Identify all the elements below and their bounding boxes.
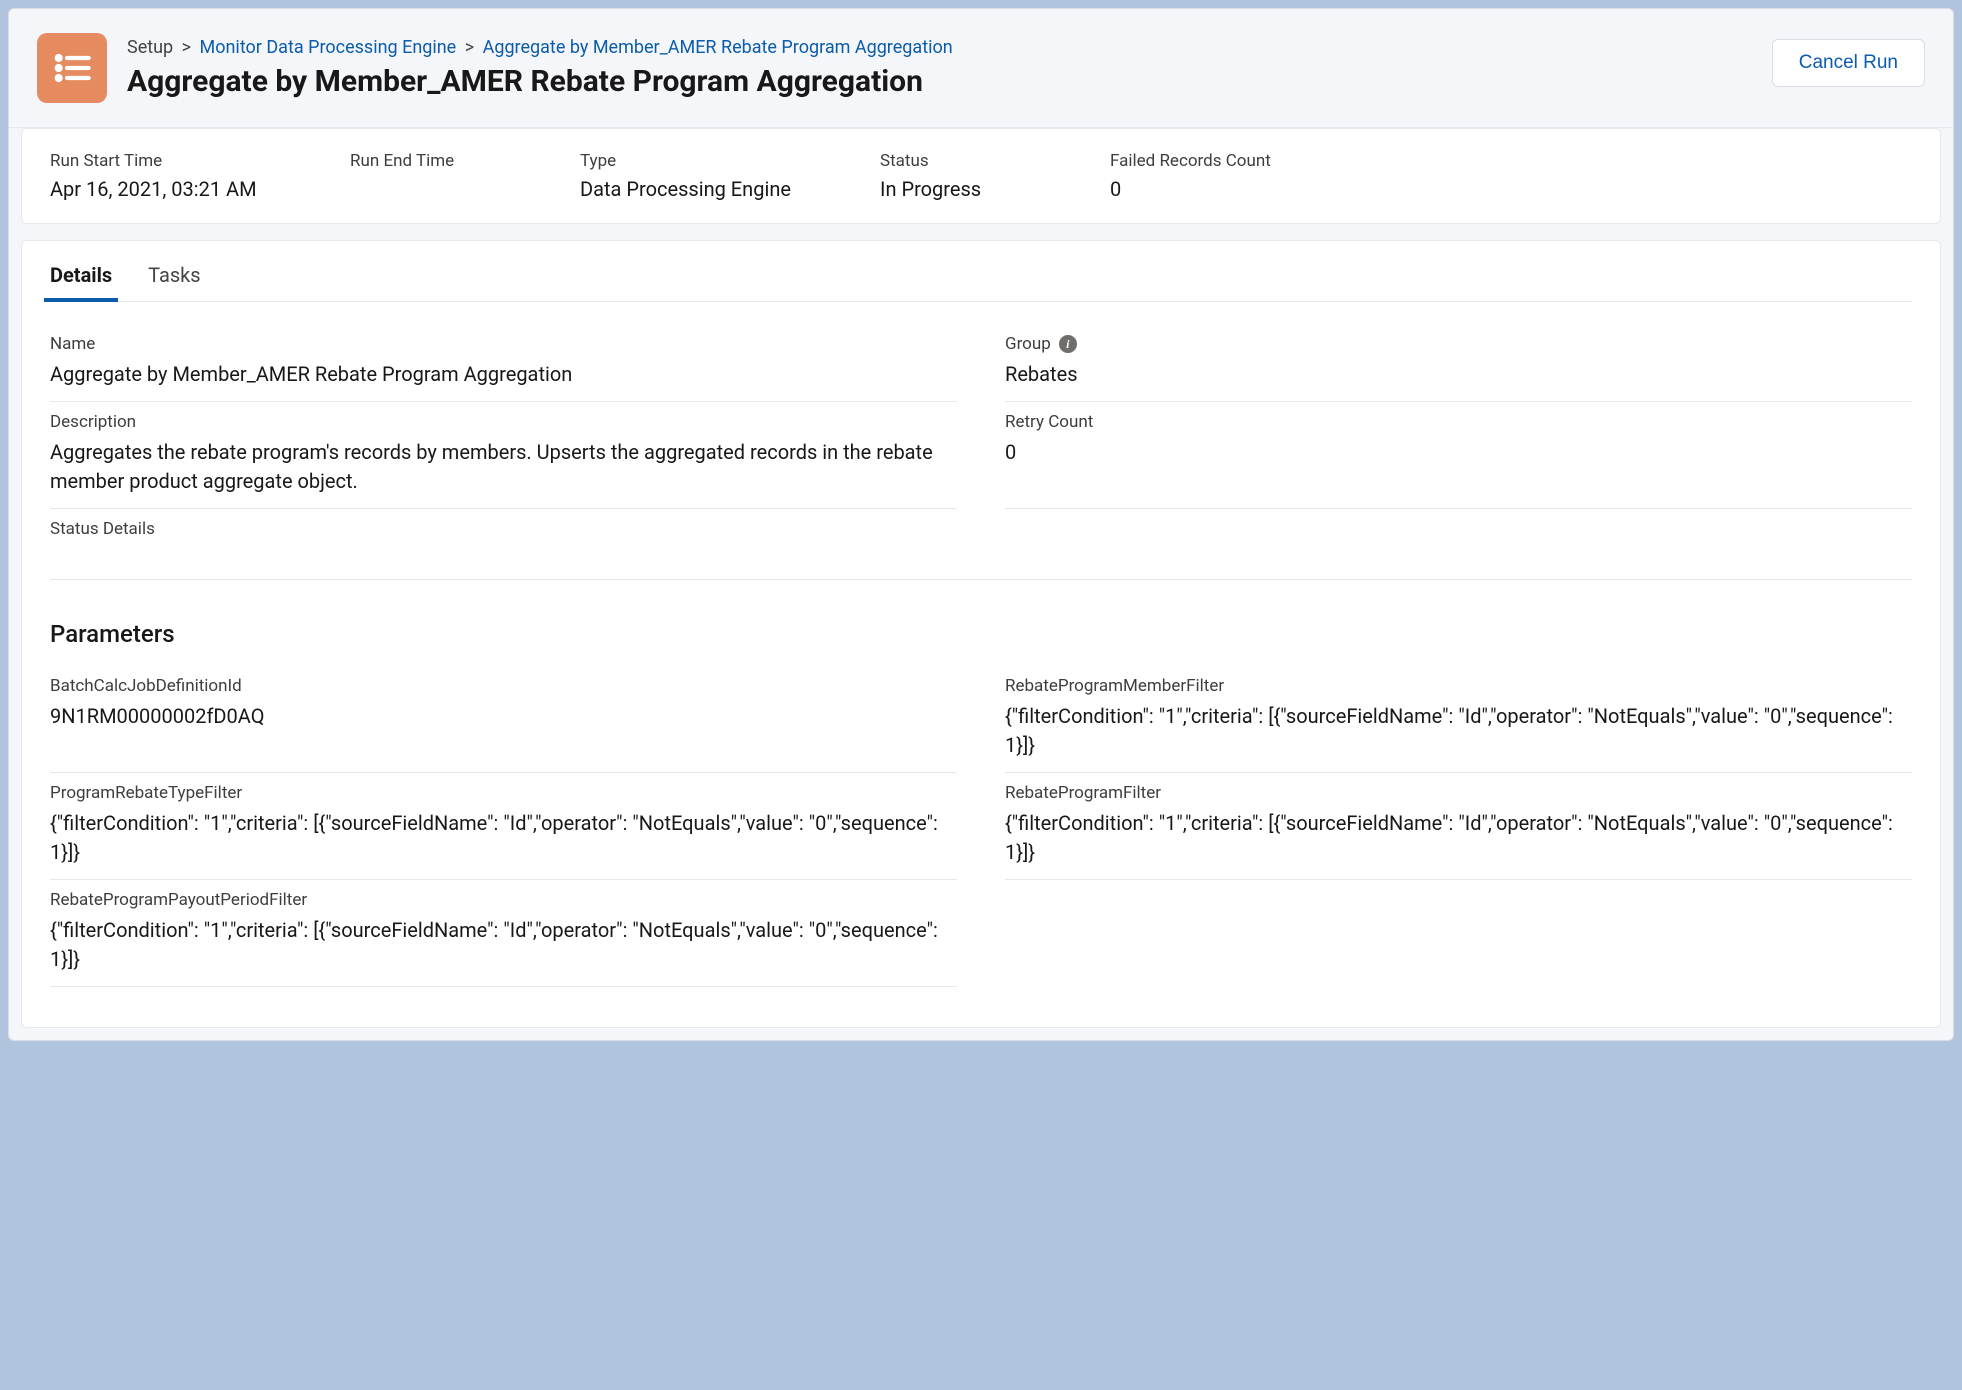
field-label: Status Details: [50, 519, 1912, 539]
field-payout-filter: RebateProgramPayoutPeriodFilter {"filter…: [50, 880, 957, 987]
field-value: Rebates: [1005, 360, 1912, 389]
field-label: RebateProgramFilter: [1005, 783, 1912, 803]
field-label: RebateProgramPayoutPeriodFilter: [50, 890, 957, 910]
field-value: {"filterCondition": "1","criteria": [{"s…: [1005, 809, 1912, 867]
field-label: Name: [50, 334, 957, 354]
empty-cell: [1005, 880, 1912, 987]
summary-label: Failed Records Count: [1110, 151, 1280, 171]
detail-card: Details Tasks Name Aggregate by Member_A…: [21, 240, 1941, 1028]
field-label: Retry Count: [1005, 412, 1912, 432]
summary-value: Data Processing Engine: [580, 177, 820, 201]
tab-details[interactable]: Details: [50, 263, 112, 301]
field-batch-id: BatchCalcJobDefinitionId 9N1RM00000002fD…: [50, 666, 957, 773]
list-icon: [37, 33, 107, 103]
breadcrumb-link-monitor[interactable]: Monitor Data Processing Engine: [200, 37, 457, 58]
header-left: Setup > Monitor Data Processing Engine >…: [37, 33, 953, 103]
summary-status: Status In Progress: [880, 151, 1050, 201]
page-header: Setup > Monitor Data Processing Engine >…: [9, 9, 1953, 128]
cancel-run-button[interactable]: Cancel Run: [1772, 39, 1925, 87]
field-value: {"filterCondition": "1","criteria": [{"s…: [50, 809, 957, 867]
field-type-filter: ProgramRebateTypeFilter {"filterConditio…: [50, 773, 957, 880]
field-name: Name Aggregate by Member_AMER Rebate Pro…: [50, 324, 957, 402]
summary-value: 0: [1110, 177, 1280, 201]
summary-run-end: Run End Time: [350, 151, 520, 201]
summary-run-start: Run Start Time Apr 16, 2021, 03:21 AM: [50, 151, 290, 201]
breadcrumb-root: Setup: [127, 37, 173, 58]
field-label: RebateProgramMemberFilter: [1005, 676, 1912, 696]
field-program-filter: RebateProgramFilter {"filterCondition": …: [1005, 773, 1912, 880]
field-retry-count: Retry Count 0: [1005, 402, 1912, 509]
summary-label: Status: [880, 151, 1050, 171]
breadcrumb-sep: >: [182, 37, 191, 58]
field-value: [50, 545, 1912, 567]
page-container: Setup > Monitor Data Processing Engine >…: [8, 8, 1954, 1041]
parameters-heading: Parameters: [50, 620, 1912, 648]
details-grid: Name Aggregate by Member_AMER Rebate Pro…: [50, 324, 1912, 987]
field-value: {"filterCondition": "1","criteria": [{"s…: [50, 916, 957, 974]
page-title: Aggregate by Member_AMER Rebate Program …: [127, 64, 953, 99]
breadcrumb-link-current[interactable]: Aggregate by Member_AMER Rebate Program …: [483, 37, 953, 58]
field-label-text: Group: [1005, 334, 1051, 354]
field-value: 9N1RM00000002fD0AQ: [50, 702, 957, 731]
field-status-details: Status Details: [50, 509, 1912, 580]
summary-card: Run Start Time Apr 16, 2021, 03:21 AM Ru…: [21, 128, 1941, 224]
field-value: Aggregate by Member_AMER Rebate Program …: [50, 360, 957, 389]
field-value: 0: [1005, 438, 1912, 467]
field-label: BatchCalcJobDefinitionId: [50, 676, 957, 696]
field-description: Description Aggregates the rebate progra…: [50, 402, 957, 509]
breadcrumb: Setup > Monitor Data Processing Engine >…: [127, 37, 953, 58]
summary-label: Run End Time: [350, 151, 520, 171]
field-member-filter: RebateProgramMemberFilter {"filterCondit…: [1005, 666, 1912, 773]
summary-failed: Failed Records Count 0: [1110, 151, 1280, 201]
field-label: Group i: [1005, 334, 1912, 354]
summary-label: Run Start Time: [50, 151, 290, 171]
field-label: Description: [50, 412, 957, 432]
tab-tasks[interactable]: Tasks: [148, 263, 201, 301]
summary-value: In Progress: [880, 177, 1050, 201]
field-group: Group i Rebates: [1005, 324, 1912, 402]
info-icon[interactable]: i: [1059, 335, 1077, 353]
summary-type: Type Data Processing Engine: [580, 151, 820, 201]
field-value: Aggregates the rebate program's records …: [50, 438, 957, 496]
summary-label: Type: [580, 151, 820, 171]
summary-value: Apr 16, 2021, 03:21 AM: [50, 177, 290, 201]
breadcrumb-sep: >: [465, 37, 474, 58]
field-value: {"filterCondition": "1","criteria": [{"s…: [1005, 702, 1912, 760]
field-label: ProgramRebateTypeFilter: [50, 783, 957, 803]
tab-bar: Details Tasks: [50, 263, 1912, 302]
